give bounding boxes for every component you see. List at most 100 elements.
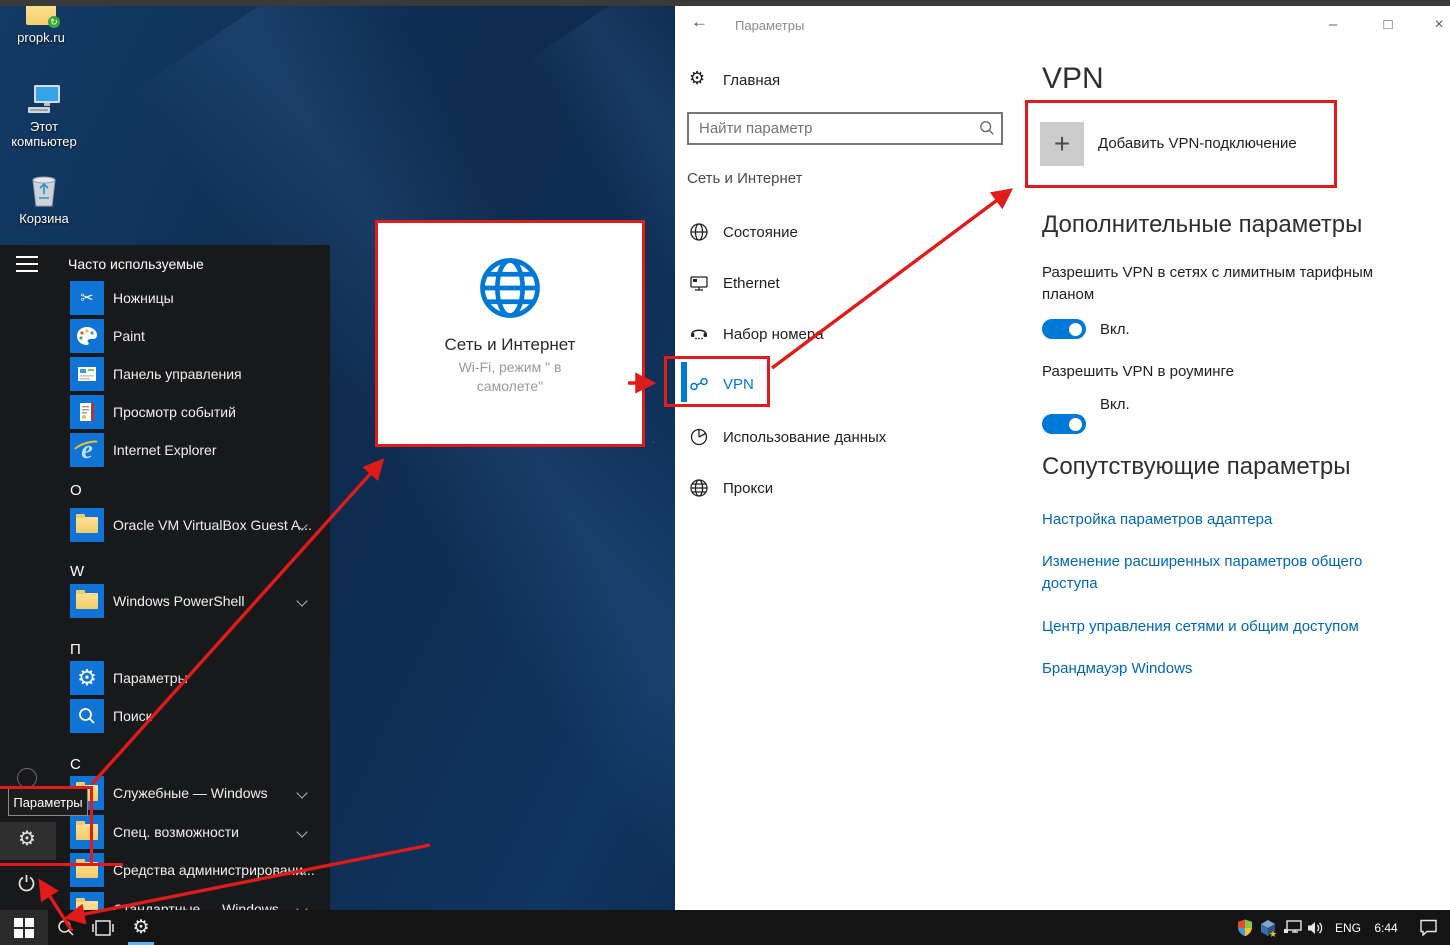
tray-clock[interactable]: 6:44 [1368, 910, 1404, 945]
start-menu-item-oracle-vm[interactable]: Oracle VM VirtualBox Guest A... [0, 506, 330, 544]
taskbar-settings-icon[interactable]: ⚙ [124, 910, 158, 945]
alpha-jump-C[interactable]: C [70, 756, 81, 773]
action-center-icon[interactable] [1414, 910, 1442, 945]
alpha-jump-P[interactable]: П [70, 641, 81, 658]
chevron-down-icon[interactable] [296, 903, 307, 910]
back-arrow-icon[interactable]: ← [691, 12, 708, 32]
dialup-phone-icon [689, 324, 709, 344]
search-icon [979, 120, 995, 136]
alpha-jump-O[interactable]: O [70, 482, 82, 499]
screen: ↻ propk.ru Этот компьютер Корзина Часто … [0, 0, 1450, 945]
sidebar-item-ethernet[interactable]: Ethernet [675, 263, 1030, 303]
settings-search [687, 112, 1003, 145]
sidebar-item-data-usage[interactable]: Использование данных [675, 417, 1030, 457]
start-menu-item-event-viewer[interactable]: Просмотр событий [0, 393, 330, 431]
start-menu-item-settings[interactable]: ⚙ Параметры [0, 659, 330, 697]
paint-palette-icon [70, 319, 104, 353]
start-menu-item-label: Поиск [113, 708, 152, 724]
sidebar-item-label: Состояние [723, 224, 798, 241]
search-input[interactable] [687, 112, 1003, 145]
start-menu-item-snipping[interactable]: ✂ Ножницы [0, 279, 330, 317]
link-firewall[interactable]: Брандмауэр Windows [1042, 658, 1192, 680]
gear-icon: ⚙ [689, 68, 709, 88]
sidebar-item-dialup[interactable]: Набор номера [675, 314, 1030, 354]
sidebar-item-label: Ethernet [723, 275, 780, 292]
start-menu-item-label: Параметры [113, 670, 188, 686]
tile-title: Сеть и Интернет [378, 335, 642, 355]
start-menu-item-search[interactable]: Поиск [0, 697, 330, 735]
sidebar-item-label: Прокси [723, 480, 773, 497]
toggle-roaming[interactable] [1042, 414, 1086, 434]
related-header: Сопутствующие параметры [1042, 453, 1350, 481]
link-sharing-options[interactable]: Изменение расширенных параметров общего … [1042, 551, 1402, 595]
globe-icon [477, 255, 543, 321]
folder-tile-icon [70, 508, 104, 542]
user-avatar-icon[interactable] [17, 768, 37, 788]
sidebar-item-proxy[interactable]: Прокси [675, 468, 1030, 508]
page-title: VPN [1042, 62, 1104, 96]
task-view-icon[interactable] [84, 910, 122, 945]
tray-language-indicator[interactable]: ENG [1332, 910, 1364, 945]
windows-logo-icon [14, 918, 34, 938]
sidebar-item-label: Главная [723, 72, 780, 89]
annotation-box-add-vpn [1025, 100, 1337, 188]
annotation-line-segment [90, 863, 123, 866]
desktop-icon-recycle-bin[interactable]: Корзина [0, 174, 88, 226]
close-button[interactable]: × [1426, 16, 1450, 38]
tray-virtualbox-icon[interactable]: ★ [1255, 910, 1281, 945]
chevron-down-icon[interactable] [296, 787, 307, 798]
toggle-metered-state: Вкл. [1100, 321, 1130, 338]
power-icon[interactable] [17, 874, 36, 898]
start-menu-item-windows-accessories[interactable]: Стандартные — Windows [0, 890, 330, 910]
annotation-box-settings-tooltip [0, 786, 93, 866]
taskbar: ⚙ ★ ENG 6:44 [0, 910, 1450, 945]
start-menu-item-label: Средства администрировани... [113, 862, 315, 878]
taskbar-search-icon[interactable] [48, 910, 84, 945]
tray-defender-shield-icon[interactable] [1233, 910, 1257, 945]
frequent-apps-header: Часто используемые [68, 256, 204, 272]
pie-chart-icon [689, 427, 709, 447]
desktop-icon-label: propk.ru [0, 30, 85, 45]
control-panel-icon [70, 357, 104, 391]
toggle-metered-label: Разрешить VPN в сетях с лимитным тарифны… [1042, 262, 1397, 306]
maximize-button[interactable]: □ [1375, 16, 1401, 38]
link-adapter-options[interactable]: Настройка параметров адаптера [1042, 509, 1272, 531]
desktop-icon-propk[interactable]: ↻ propk.ru [0, 0, 85, 45]
network-internet-tile: Сеть и Интернет Wi-Fi, режим " в самолет… [375, 220, 645, 447]
sidebar-item-label: Использование данных [723, 429, 886, 446]
internet-explorer-icon: e [70, 433, 104, 467]
tray-volume-icon[interactable] [1303, 910, 1329, 945]
ethernet-icon [689, 273, 709, 293]
recycle-bin-icon [30, 174, 58, 208]
folder-icon: ↻ [26, 4, 56, 25]
toggle-metered[interactable] [1042, 319, 1086, 339]
svg-text:★: ★ [1269, 929, 1277, 938]
start-button[interactable] [0, 910, 48, 945]
folder-tile-icon [70, 892, 104, 910]
screen-top-edge [0, 0, 1450, 6]
start-menu-item-label: Просмотр событий [113, 404, 236, 420]
chevron-down-icon[interactable] [296, 826, 307, 837]
start-menu-item-label: Спец. возможности [113, 824, 239, 840]
alpha-jump-W[interactable]: W [70, 563, 84, 580]
folder-tile-icon [70, 584, 104, 618]
toggle-roaming-state: Вкл. [1100, 396, 1130, 413]
hamburger-menu-icon[interactable] [16, 256, 38, 277]
sidebar-item-home[interactable]: ⚙ Главная [675, 60, 1030, 100]
tile-subtitle: Wi-Fi, режим " в самолете" [430, 358, 590, 396]
start-menu-item-label: Ножницы [113, 290, 174, 306]
desktop-icon-this-pc[interactable]: Этот компьютер [0, 84, 88, 149]
start-menu-item-powershell[interactable]: Windows PowerShell [0, 582, 330, 620]
start-menu-item-paint[interactable]: Paint [0, 317, 330, 355]
start-menu-item-internet-explorer[interactable]: e Internet Explorer [0, 431, 330, 469]
link-network-center[interactable]: Центр управления сетями и общим доступом [1042, 616, 1359, 638]
sidebar-item-status[interactable]: Состояние [675, 212, 1030, 252]
start-menu-item-control-panel[interactable]: Панель управления [0, 355, 330, 393]
minimize-button[interactable]: – [1320, 16, 1346, 38]
desktop-icon-label: Этот компьютер [0, 119, 88, 149]
start-menu-item-label: Oracle VM VirtualBox Guest A... [113, 517, 312, 533]
start-menu-item-label: Стандартные — Windows [113, 901, 279, 910]
window-title: Параметры [735, 18, 804, 33]
chevron-down-icon[interactable] [296, 595, 307, 606]
search-icon [70, 699, 104, 733]
